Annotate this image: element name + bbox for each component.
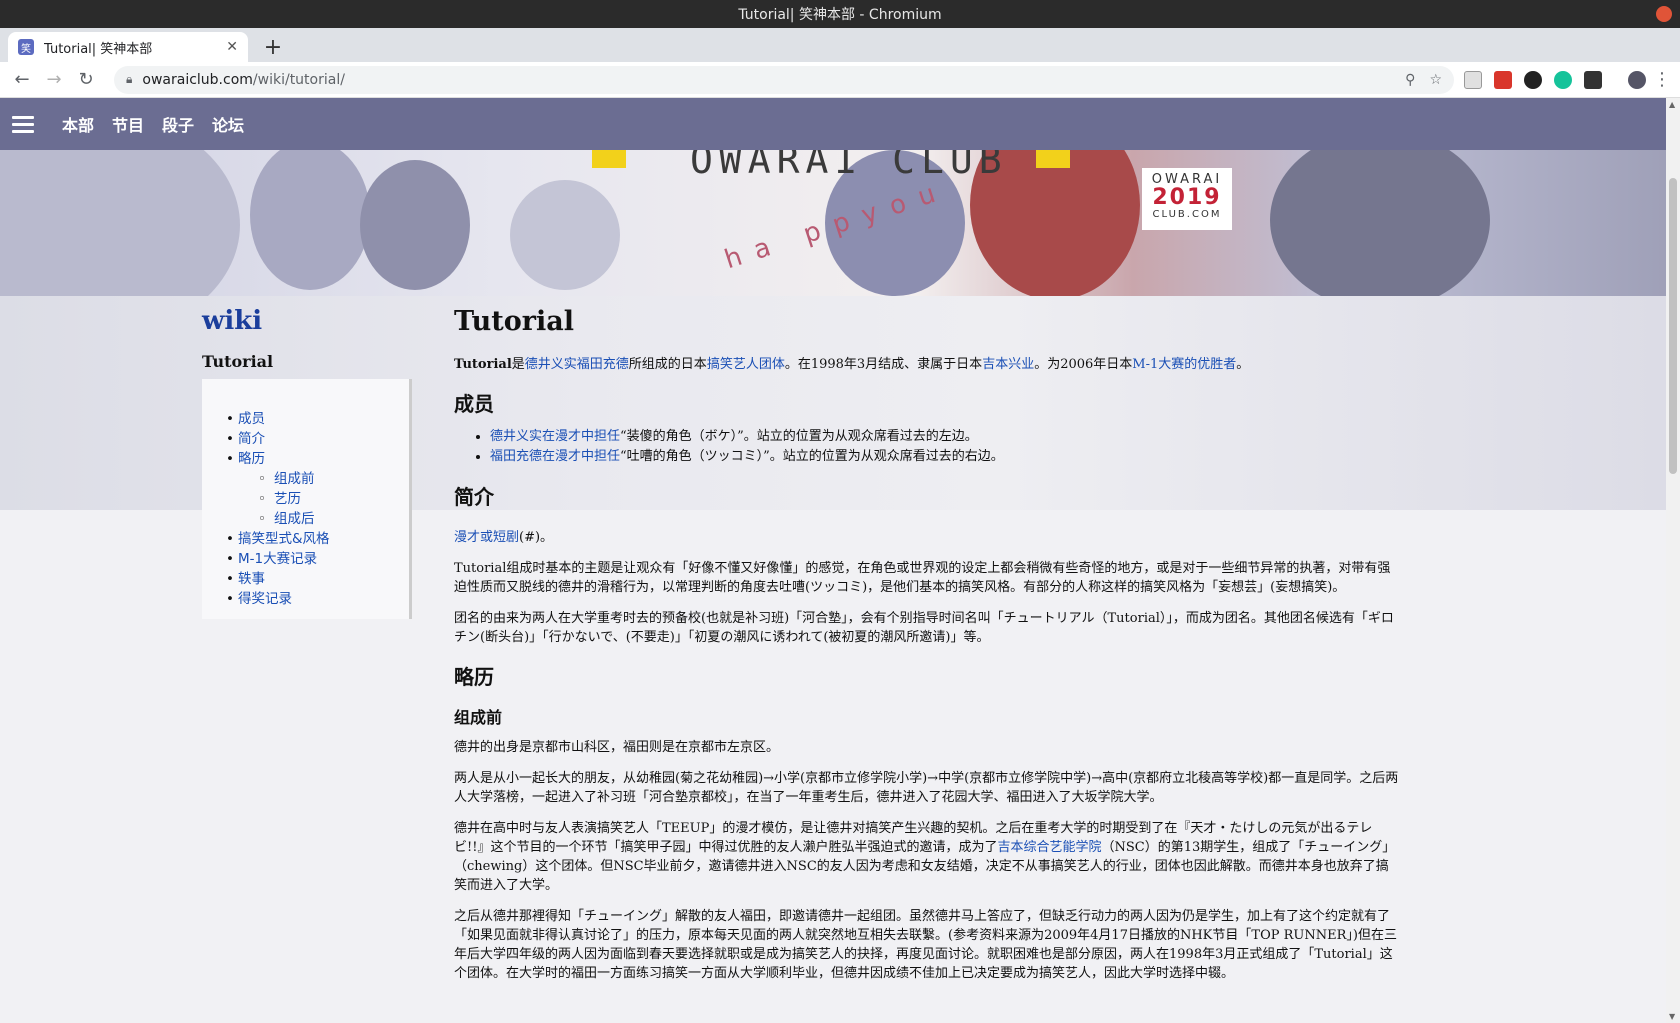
profile-avatar-icon[interactable] [1628, 70, 1646, 89]
toc-item[interactable]: 艺历 [202, 489, 409, 509]
extensions-bar [1464, 70, 1646, 89]
reload-icon[interactable]: ↻ [72, 66, 100, 94]
zoom-icon[interactable]: ⚲ [1405, 72, 1415, 88]
badge-line3: CLUB.COM [1152, 209, 1222, 220]
intro-text: 所组成的日本 [628, 357, 707, 372]
banner-dancer-image [510, 180, 620, 290]
list-item: 福田充德在漫才中担任“吐嘈的角色（ツッコミ）”。站立的位置为从观众席看过去的右边… [490, 447, 1400, 467]
info-extension-icon[interactable] [1584, 70, 1602, 89]
toc-item[interactable]: 简介 [202, 429, 409, 449]
browser-tab[interactable]: 笑 Tutorial| 笑神本部 ✕ [8, 32, 248, 62]
bird-extension-icon[interactable] [1524, 70, 1542, 89]
window-close-button[interactable] [1656, 6, 1672, 22]
badge-year: 2019 [1152, 185, 1222, 210]
scroll-down-icon[interactable]: ▼ [1669, 1012, 1675, 1021]
intro-p3: 团名的由来为两人在大学重考时去的预备校(也就是补习班)「河合塾」，会有个别指导时… [454, 611, 1394, 645]
nav-item-shows[interactable]: 节目 [112, 112, 144, 136]
toc-item[interactable]: 略历 [202, 449, 409, 469]
before-p4: 之后从德井那裡得知「チューイング」解散的友人福田，即邀请德井一起组团。虽然德井马… [454, 909, 1397, 981]
owarai-2019-badge: OWARAI 2019 CLUB.COM [1142, 168, 1232, 230]
window-titlebar: Tutorial| 笑神本部 - Chromium [0, 0, 1680, 28]
reader-extension-icon[interactable] [1464, 70, 1482, 89]
member-text: “吐嘈的角色（ツッコミ）”。站立的位置为从观众席看过去的右边。 [620, 449, 1004, 464]
scrollbar-thumb[interactable] [1669, 178, 1677, 474]
section-heading-history: 略历 [454, 665, 494, 689]
member-link[interactable]: 德井义实在漫才中担任 [490, 429, 620, 444]
bookmark-star-icon[interactable]: ☆ [1429, 72, 1442, 88]
intro-p1-text: (#)。 [519, 530, 554, 545]
grammarly-extension-icon[interactable] [1554, 70, 1572, 89]
members-link[interactable]: 德井义实福田充德 [525, 357, 629, 372]
subsection-heading-before: 组成前 [454, 708, 503, 727]
banner-yellow-block [592, 150, 626, 168]
banner-yellow-block-2 [1036, 150, 1070, 168]
before-p3: 德井在高中时与友人表演搞笑艺人「TEEUP」的漫才模仿，是让德井对搞笑产生兴趣的… [454, 819, 1400, 895]
toc-item[interactable]: M-1大赛记录 [202, 549, 409, 569]
list-item: 德井义实在漫才中担任“装傻的角色（ボケ）”。站立的位置为从观众席看过去的左边。 [490, 427, 1400, 447]
nav-item-jokes[interactable]: 段子 [162, 112, 194, 136]
intro-p1: 漫才或短剧(#)。 [454, 528, 1400, 547]
site-favicon-icon: 笑 [18, 39, 34, 55]
sidebar-page-name: Tutorial [202, 352, 274, 371]
toc-item[interactable]: 搞笑型式&风格 [202, 529, 409, 549]
toc-item[interactable]: 轶事 [202, 569, 409, 589]
url-path: /wiki/tutorial/ [252, 71, 345, 88]
page-content: wiki Tutorial 成员简介略历组成前艺历组成后搞笑型式&风格M-1大赛… [0, 296, 1666, 1023]
before-p1: 德井的出身是京都市山科区，福田则是在京都市左京区。 [454, 740, 780, 755]
back-icon[interactable]: ← [8, 66, 36, 94]
banner-group-image [250, 150, 370, 290]
section-heading-intro: 简介 [454, 485, 494, 509]
window-title: Tutorial| 笑神本部 - Chromium [738, 7, 942, 23]
scroll-up-icon[interactable]: ▲ [1669, 100, 1675, 109]
tab-close-icon[interactable]: ✕ [226, 39, 238, 55]
m1-winner-link[interactable]: M-1大赛的优胜者 [1132, 357, 1236, 372]
new-tab-button[interactable]: + [258, 32, 288, 62]
url-host: owaraiclub.com [142, 71, 253, 88]
banner-group-image-2 [360, 160, 470, 290]
intro-paragraph: Tutorial是德井义实福田充德所组成的日本搞笑艺人团体。在1998年3月结成… [454, 355, 1400, 374]
manzai-link[interactable]: 漫才或短剧 [454, 530, 519, 545]
members-list: 德井义实在漫才中担任“装傻的角色（ボケ）”。站立的位置为从观众席看过去的左边。 … [490, 427, 1400, 467]
site-banner: OWARAI CLUB ha ppyou OWARAI 2019 CLUB.CO… [0, 150, 1666, 296]
intro-p2: Tutorial组成时基本的主题是让观众有「好像不懂又好像懂」的感觉，在角色或世… [454, 561, 1391, 595]
forward-icon[interactable]: → [40, 66, 68, 94]
table-of-contents: 成员简介略历组成前艺历组成后搞笑型式&风格M-1大赛记录轶事得奖记录 [202, 379, 412, 619]
tab-strip: 笑 Tutorial| 笑神本部 ✕ + [0, 28, 1680, 62]
nav-item-home[interactable]: 本部 [62, 112, 94, 136]
nav-item-forum[interactable]: 论坛 [212, 112, 244, 136]
toc-item[interactable]: 得奖记录 [202, 589, 409, 609]
tab-title: Tutorial| 笑神本部 [44, 41, 153, 57]
before-p2: 两人是从小一起长大的朋友，从幼稚园(菊之花幼稚园)→小学(京都市立修学院小学)→… [454, 771, 1399, 805]
toc-item[interactable]: 组成前 [202, 469, 409, 489]
banner-brand-text: OWARAI CLUB [690, 150, 1008, 182]
toc-item[interactable]: 成员 [202, 409, 409, 429]
article-title: Tutorial [454, 306, 574, 337]
pdf-extension-icon[interactable] [1494, 70, 1512, 89]
page-viewport: 本部 节目 段子 论坛 OWARAI CLUB ha ppyou OWARAI … [0, 98, 1680, 1023]
lock-icon: 🔒︎ [126, 72, 133, 86]
member-text: “装傻的角色（ボケ）”。站立的位置为从观众席看过去的左边。 [620, 429, 978, 444]
site-navbar: 本部 节目 段子 论坛 [0, 98, 1666, 150]
toc-item[interactable]: 组成后 [202, 509, 409, 529]
section-heading-members: 成员 [454, 392, 494, 416]
browser-menu-icon[interactable]: ⋮ [1652, 69, 1672, 90]
address-toolbar: ← → ↻ 🔒︎ owaraiclub.com/wiki/tutorial/ ⚲… [0, 62, 1680, 98]
yoshimoto-link[interactable]: 吉本兴业 [982, 357, 1034, 372]
intro-bold-name: Tutorial [454, 357, 512, 372]
banner-face-image-2 [1270, 150, 1490, 296]
banner-face-image [0, 150, 240, 296]
intro-text: 。为2006年日本 [1034, 357, 1133, 372]
article: Tutorial Tutorial是德井义实福田充德所组成的日本搞笑艺人团体。在… [454, 306, 1400, 995]
intro-text: 。在1998年3月结成、隶属于日本 [784, 357, 983, 372]
intro-text: 是 [511, 357, 525, 372]
intro-text: 。 [1236, 357, 1250, 372]
wiki-title-link[interactable]: wiki [202, 306, 412, 336]
page-scrollbar[interactable]: ▲ ▼ [1666, 98, 1680, 1023]
nsc-link[interactable]: 吉本综合艺能学院 [997, 840, 1101, 855]
hamburger-menu-icon[interactable] [12, 112, 34, 137]
comedy-group-link[interactable]: 搞笑艺人团体 [707, 357, 785, 372]
address-bar[interactable]: 🔒︎ owaraiclub.com/wiki/tutorial/ ⚲ ☆ [114, 65, 1454, 94]
wiki-sidebar: wiki Tutorial 成员简介略历组成前艺历组成后搞笑型式&风格M-1大赛… [202, 306, 412, 619]
member-link[interactable]: 福田充德在漫才中担任 [490, 449, 620, 464]
